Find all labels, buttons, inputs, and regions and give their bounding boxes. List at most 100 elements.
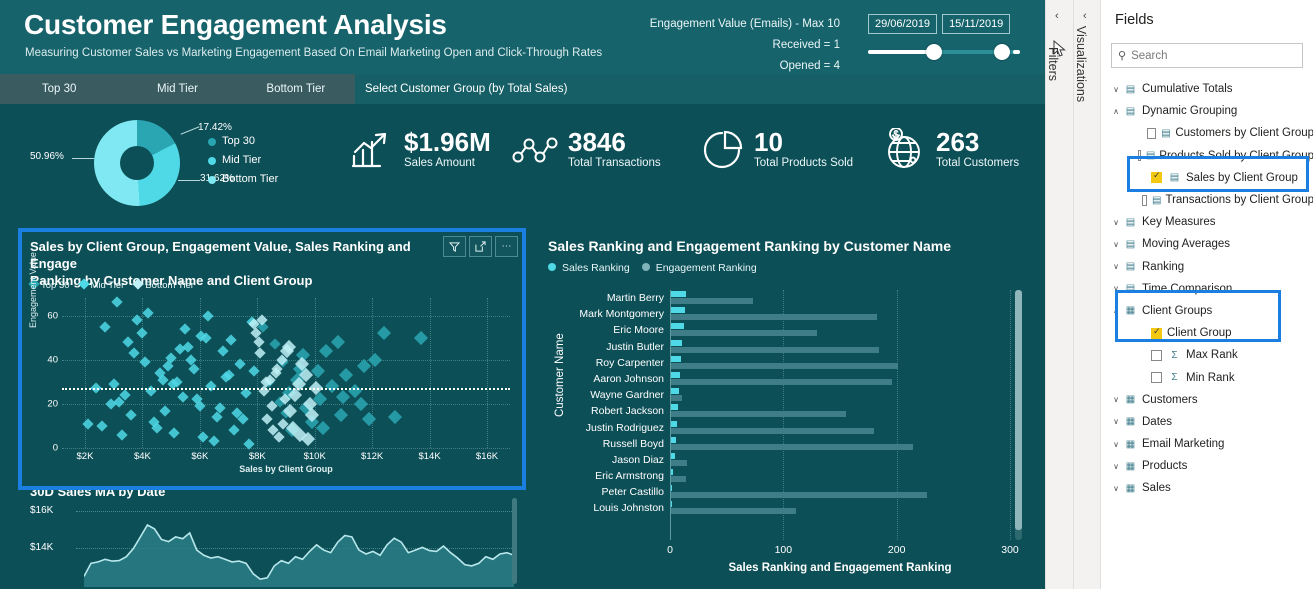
bar-chart-row[interactable]: Peter Castillo (602, 484, 1010, 500)
bar-legend-item-engagement-ranking[interactable]: Engagement Ranking (641, 262, 757, 274)
scatter-point[interactable] (139, 356, 151, 368)
field-row-cumulative-totals[interactable]: ∨ ▤ Cumulative Totals (1101, 78, 1313, 100)
chevron-down-icon[interactable]: ∨ (1109, 240, 1123, 249)
fields-tree[interactable]: ∨ ▤ Cumulative Totals ∧ ▤ Dynamic Grouping ▤ Cu… (1101, 78, 1313, 500)
bar-sales-ranking[interactable] (670, 404, 678, 411)
scatter-point[interactable] (217, 345, 229, 357)
bar-sales-ranking[interactable] (670, 355, 682, 362)
filters-pane-collapsed[interactable]: ‹ Filters (1045, 0, 1074, 589)
bar-chart-row[interactable]: Justin Butler (606, 339, 1010, 355)
chevron-down-icon[interactable]: ∨ (1109, 284, 1123, 293)
filter-icon[interactable] (443, 236, 466, 257)
field-row-client-group[interactable]: Client Group (1101, 322, 1313, 344)
ranking-bar-chart[interactable]: Sales Ranking and Engagement Ranking by … (540, 232, 1040, 584)
chevron-down-icon[interactable]: ∨ (1109, 440, 1123, 449)
scatter-point[interactable] (254, 347, 266, 359)
tab-mid-tier[interactable]: Mid Tier (118, 74, 236, 104)
scatter-point[interactable] (388, 410, 403, 425)
bar-chart-scrollbar[interactable] (1015, 290, 1022, 540)
scatter-point[interactable] (122, 336, 134, 348)
field-checkbox[interactable] (1151, 349, 1162, 361)
field-row-customers[interactable]: ∨ ▦ Customers (1101, 389, 1313, 411)
field-row-products-sold-by-client-group[interactable]: ▤ Products Sold by Client Group (1101, 145, 1313, 167)
chevron-down-icon[interactable]: ∨ (1109, 85, 1123, 94)
field-checkbox[interactable] (1151, 372, 1162, 384)
field-row-client-groups[interactable]: ∧ ▦ Client Groups (1101, 300, 1313, 322)
bar-legend-item-sales-ranking[interactable]: Sales Ranking (548, 262, 630, 274)
bar-sales-ranking[interactable] (670, 420, 677, 427)
field-row-email-marketing[interactable]: ∨ ▦ Email Marketing (1101, 433, 1313, 455)
chevron-left-icon[interactable]: ‹ (1055, 10, 1059, 22)
scatter-point[interactable] (376, 326, 391, 341)
scatter-point[interactable] (142, 307, 154, 320)
chevron-up-icon[interactable]: ∧ (1109, 306, 1123, 315)
scatter-point[interactable] (159, 404, 172, 417)
field-row-sales[interactable]: ∨ ▦ Sales (1101, 477, 1313, 499)
donut-legend-item-bottomtier[interactable]: Bottom Tier (208, 170, 278, 189)
scatter-point[interactable] (202, 309, 215, 322)
scatter-point[interactable] (333, 407, 348, 422)
field-row-products[interactable]: ∨ ▦ Products (1101, 455, 1313, 477)
scatter-point[interactable] (316, 421, 331, 436)
scatter-point[interactable] (116, 429, 128, 441)
field-row-dates[interactable]: ∨ ▦ Dates (1101, 411, 1313, 433)
scatter-point[interactable] (324, 379, 340, 394)
scatter-point[interactable] (110, 296, 123, 309)
field-row-dynamic-grouping[interactable]: ∧ ▤ Dynamic Grouping (1101, 100, 1313, 122)
scatter-point[interactable] (176, 391, 189, 403)
slider-handle-start[interactable] (926, 44, 942, 60)
customers-by-client-group-donut[interactable]: 17.42% 31.62% 50.96% Top 30 Mid Tier Bot… (30, 112, 300, 212)
date-start-input[interactable]: 29/06/2019 (868, 14, 938, 34)
tab-top-30[interactable]: Top 30 (0, 74, 118, 104)
scatter-point[interactable] (179, 323, 192, 335)
field-checkbox[interactable] (1138, 150, 1141, 162)
bar-chart-row[interactable]: Russell Boyd (603, 436, 1010, 452)
field-row-transactions-by-client-group[interactable]: ▤ Transactions by Client Group (1101, 189, 1313, 211)
scatter-point[interactable] (225, 334, 238, 346)
slider-handle-end[interactable] (994, 44, 1010, 60)
bar-engagement-ranking[interactable] (670, 395, 683, 402)
bar-engagement-ranking[interactable] (670, 314, 878, 321)
bar-engagement-ranking[interactable] (670, 427, 874, 434)
scatter-point[interactable] (99, 321, 111, 333)
bar-chart-row[interactable]: Louis Johnston (593, 500, 1010, 516)
chevron-down-icon[interactable]: ∨ (1109, 218, 1123, 227)
scatter-point[interactable] (182, 340, 195, 353)
donut-legend-item-top30[interactable]: Top 30 (208, 132, 278, 151)
bar-sales-ranking[interactable] (670, 388, 680, 395)
scatter-point[interactable] (128, 347, 140, 359)
field-row-key-measures[interactable]: ∨ ▤ Key Measures (1101, 211, 1313, 233)
chevron-down-icon[interactable]: ∨ (1109, 417, 1123, 426)
chevron-down-icon[interactable]: ∨ (1109, 484, 1123, 493)
field-checkbox[interactable] (1147, 127, 1156, 139)
field-row-max-rank[interactable]: Σ Max Rank (1101, 344, 1313, 366)
scatter-point[interactable] (168, 426, 180, 439)
bar-chart-row[interactable]: Aaron Johnson (593, 371, 1010, 387)
scatter-point[interactable] (125, 409, 137, 421)
scatter-point[interactable] (347, 383, 362, 398)
bar-engagement-ranking[interactable] (670, 378, 893, 385)
bar-chart-row[interactable]: Martin Berry (607, 290, 1010, 306)
field-row-min-rank[interactable]: Σ Min Rank (1101, 366, 1313, 388)
scatter-point[interactable] (319, 343, 334, 359)
scatter-point[interactable] (248, 365, 261, 377)
field-row-sales-by-client-group[interactable]: ▤ Sales by Client Group (1101, 167, 1313, 189)
chevron-down-icon[interactable]: ∨ (1109, 395, 1123, 404)
bar-engagement-ranking[interactable] (670, 346, 879, 353)
scatter-point[interactable] (353, 396, 368, 411)
scatter-point[interactable] (82, 418, 94, 430)
bar-chart-row[interactable]: Eric Armstrong (595, 468, 1010, 484)
kpi-card-total-customers[interactable]: 263 Total Customers (880, 126, 1019, 174)
field-row-ranking[interactable]: ∨ ▤ Ranking (1101, 256, 1313, 278)
bar-chart-row[interactable]: Mark Montgomery (579, 306, 1010, 322)
bar-chart-row[interactable]: Justin Rodriguez (586, 420, 1010, 436)
scatter-point[interactable] (261, 413, 273, 425)
field-checkbox[interactable] (1151, 170, 1162, 184)
scatter-point[interactable] (197, 431, 209, 443)
bar-chart-row[interactable]: Jason Diaz (612, 452, 1010, 468)
scatter-point[interactable] (96, 420, 108, 432)
scatter-point[interactable] (268, 338, 281, 350)
kpi-card-sales-amount[interactable]: $1.96M Sales Amount (348, 126, 491, 174)
bar-chart-row[interactable]: Wayne Gardner (590, 387, 1010, 403)
bar-engagement-ranking[interactable] (670, 411, 846, 418)
